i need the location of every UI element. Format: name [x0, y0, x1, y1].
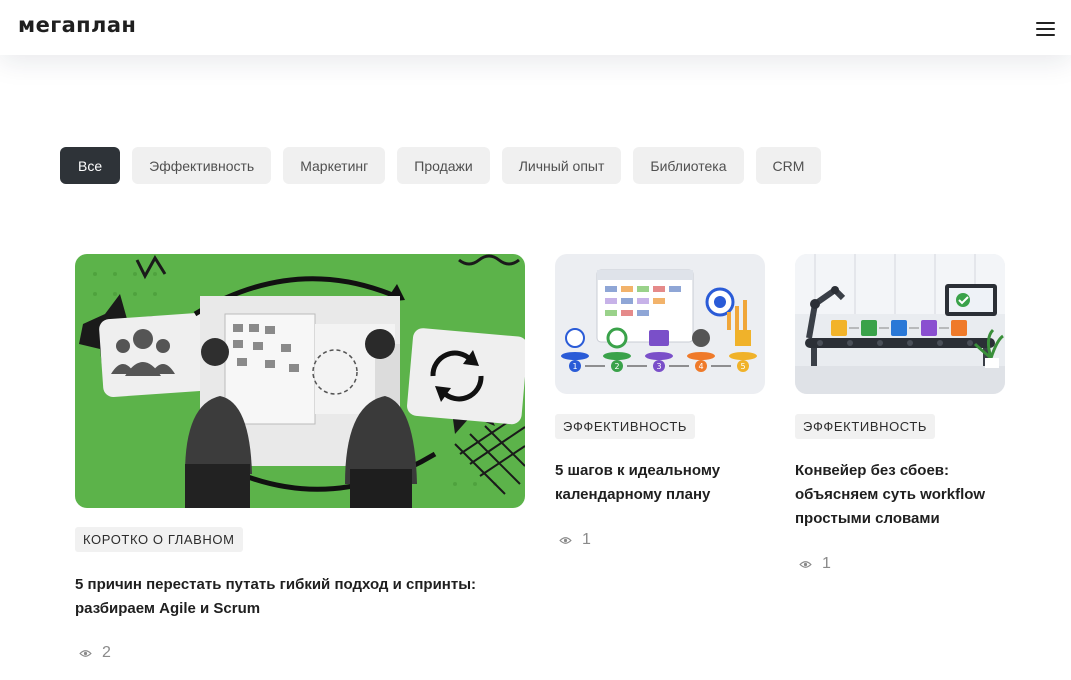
site-header: мегаплан: [0, 0, 1071, 55]
eye-icon: [799, 560, 812, 568]
article-image-agile[interactable]: [75, 254, 525, 508]
filter-chip-library[interactable]: Библиотека: [633, 147, 744, 184]
article-title[interactable]: 5 шагов к идеальному календарному плану: [555, 459, 755, 507]
eye-icon: [559, 536, 572, 544]
filter-chip-personal[interactable]: Личный опыт: [501, 147, 622, 184]
article-title[interactable]: Конвейер без сбоев: объясняем суть workf…: [795, 459, 1000, 531]
step-number: 2: [614, 362, 619, 371]
article-image-calendar[interactable]: 1 2 3 4 5: [555, 254, 765, 394]
view-count-value: 1: [822, 555, 831, 572]
filter-chip-efficiency[interactable]: Эффективность: [132, 147, 272, 184]
agile-illustration: [75, 254, 525, 508]
view-count: 1: [799, 555, 831, 573]
article-card-workflow[interactable]: ЭФФЕКТИВНОСТЬ Конвейер без сбоев: объясн…: [795, 254, 1005, 584]
step-number: 1: [572, 362, 577, 371]
conveyor-illustration: [795, 254, 1005, 394]
view-count: 2: [79, 644, 111, 662]
article-tag[interactable]: КОРОТКО О ГЛАВНОМ: [75, 527, 243, 552]
filter-chip-marketing[interactable]: Маркетинг: [283, 147, 386, 184]
step-number: 4: [698, 362, 703, 371]
filter-chip-sales[interactable]: Продажи: [397, 147, 490, 184]
view-count: 1: [559, 531, 591, 549]
category-filters: Все Эффективность Маркетинг Продажи Личн…: [60, 147, 822, 184]
hamburger-icon[interactable]: [1036, 22, 1055, 36]
step-number: 5: [740, 362, 745, 371]
article-image-workflow[interactable]: [795, 254, 1005, 394]
article-card-calendar[interactable]: 1 2 3 4 5 ЭФФЕКТИВНОСТЬ 5 шагов к идеаль…: [555, 254, 765, 564]
article-tag[interactable]: ЭФФЕКТИВНОСТЬ: [555, 414, 696, 439]
article-card-agile[interactable]: КОРОТКО О ГЛАВНОМ 5 причин перестать пут…: [75, 254, 525, 674]
article-title[interactable]: 5 причин перестать путать гибкий подход …: [75, 573, 515, 621]
view-count-value: 1: [582, 531, 591, 548]
filter-chip-crm[interactable]: CRM: [755, 147, 822, 184]
eye-icon: [79, 649, 92, 657]
article-tag[interactable]: ЭФФЕКТИВНОСТЬ: [795, 414, 936, 439]
site-logo[interactable]: мегаплан: [18, 13, 136, 37]
calendar-steps-illustration: 1 2 3 4 5: [555, 254, 765, 394]
filter-chip-all[interactable]: Все: [60, 147, 121, 184]
step-number: 3: [656, 362, 661, 371]
view-count-value: 2: [102, 644, 111, 661]
